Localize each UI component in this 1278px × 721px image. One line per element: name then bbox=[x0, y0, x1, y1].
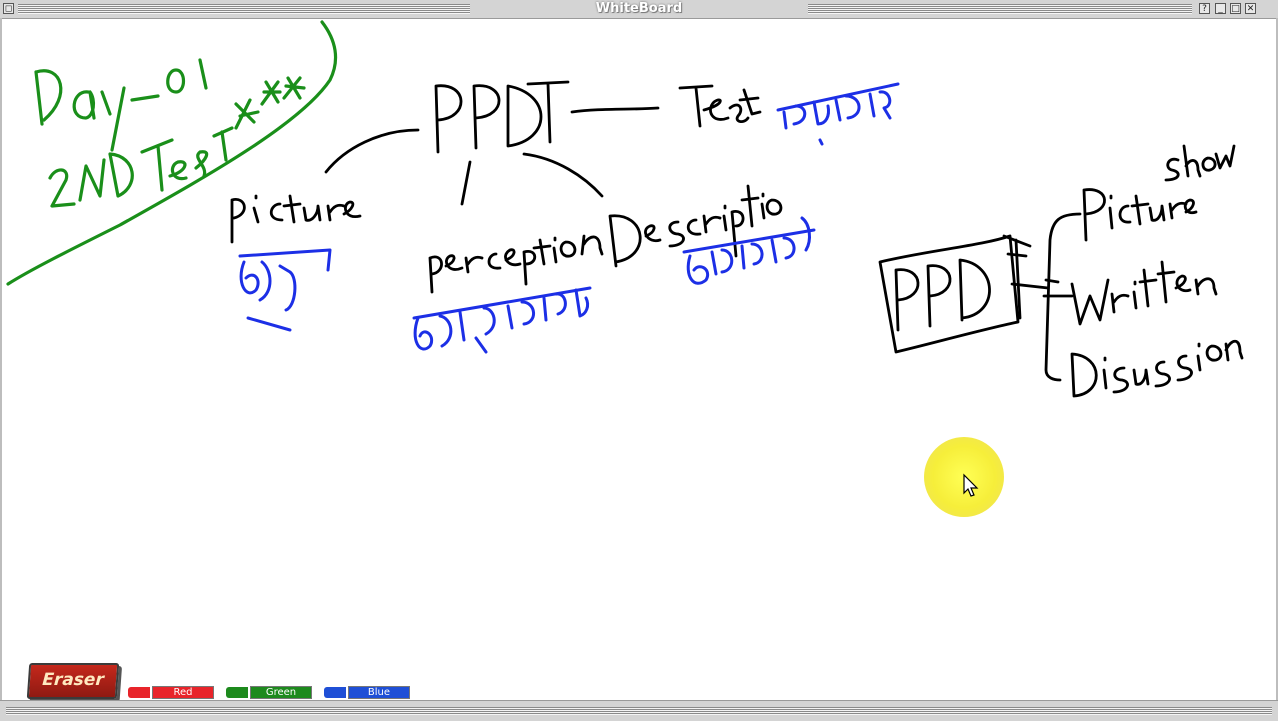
pointer-highlight bbox=[924, 437, 1004, 517]
red-marker-button[interactable]: Red bbox=[128, 686, 214, 699]
green-marker-cap-icon bbox=[226, 687, 248, 698]
ink-layer bbox=[6, 20, 1244, 398]
resize-grip[interactable] bbox=[6, 707, 1272, 715]
blue-marker-button[interactable]: Blue bbox=[324, 686, 410, 699]
green-marker-label: Green bbox=[250, 686, 312, 699]
red-marker-label: Red bbox=[152, 686, 214, 699]
blue-marker-cap-icon bbox=[324, 687, 346, 698]
bengali-annotations-drawing bbox=[238, 82, 900, 354]
right-ppdt-diagram-drawing bbox=[878, 144, 1244, 398]
ppdt-mindmap-drawing bbox=[230, 80, 783, 294]
green-marker-button[interactable]: Green bbox=[226, 686, 312, 699]
mouse-cursor-icon bbox=[963, 473, 979, 497]
red-marker-cap-icon bbox=[128, 687, 150, 698]
blue-marker-label: Blue bbox=[348, 686, 410, 699]
eraser-label: Eraser bbox=[41, 670, 105, 690]
green-note-drawing bbox=[6, 20, 338, 286]
window-bottom-border[interactable] bbox=[0, 700, 1278, 721]
eraser-button[interactable]: Eraser bbox=[26, 663, 120, 699]
